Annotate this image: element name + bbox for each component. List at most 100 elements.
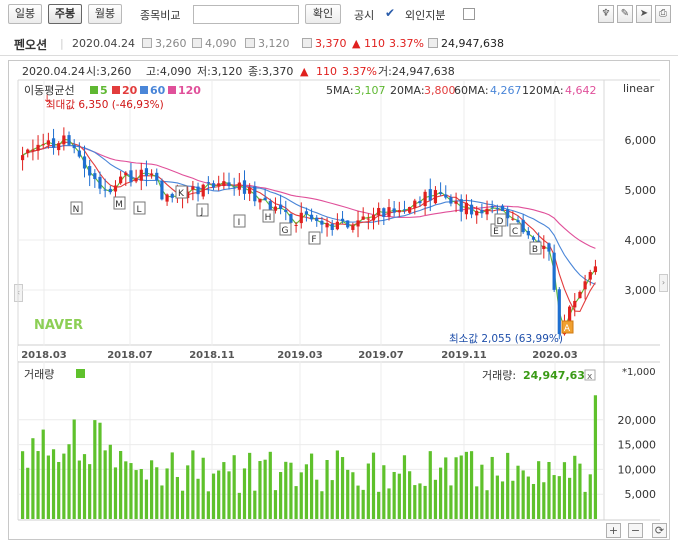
volume-bar xyxy=(186,465,190,519)
event-marker-label: C xyxy=(512,227,518,237)
volume-bar xyxy=(330,480,334,519)
zoom-in-button[interactable]: + xyxy=(606,523,621,538)
candle-body xyxy=(542,245,546,250)
candle-body xyxy=(294,224,298,226)
candle-body xyxy=(248,187,252,194)
candle-body xyxy=(196,186,200,195)
volume-bars xyxy=(20,395,598,519)
event-marker-label: E xyxy=(493,227,499,237)
candle-body xyxy=(134,177,138,182)
reset-icon[interactable]: ⟳ xyxy=(652,523,667,538)
volume-bar xyxy=(149,460,154,519)
candle-body xyxy=(211,183,216,188)
volume-bar xyxy=(180,490,185,519)
volume-bar xyxy=(57,461,61,519)
volume-bar xyxy=(263,459,267,519)
candle-body xyxy=(366,218,370,220)
candle-body xyxy=(149,173,154,175)
candle-body xyxy=(583,281,587,290)
volume-bar xyxy=(294,486,298,519)
event-marker-label: N xyxy=(73,205,80,215)
candle-body xyxy=(588,271,592,280)
candle-body xyxy=(315,217,319,221)
candle-body xyxy=(330,223,334,230)
candle-body xyxy=(88,166,92,176)
volume-bar xyxy=(568,477,572,519)
event-marker-label: F xyxy=(311,235,316,245)
volume-bar xyxy=(547,461,551,519)
zoom-out-button[interactable]: − xyxy=(628,523,643,538)
volume-bar xyxy=(72,419,76,519)
candle-body xyxy=(51,138,56,148)
event-marker-label: B xyxy=(532,245,538,255)
candle-body xyxy=(77,150,81,157)
volume-bar xyxy=(557,476,561,519)
event-marker-label: H xyxy=(265,213,272,223)
volume-bar xyxy=(475,486,479,519)
ma60-legend: 60 xyxy=(150,84,166,97)
close-icon[interactable]: x xyxy=(587,372,593,382)
volume-bar xyxy=(578,463,582,519)
volume-bar xyxy=(129,463,133,519)
chart-header-arrow: ▲ xyxy=(300,65,309,78)
volume-bar xyxy=(88,464,92,519)
volume-bar xyxy=(26,467,30,519)
candle-body xyxy=(279,204,283,210)
candle-body xyxy=(418,201,422,204)
candle-body xyxy=(397,210,401,213)
candle-body xyxy=(227,182,231,187)
volume-bar xyxy=(258,461,262,519)
volume-current-value: 24,947,638 xyxy=(523,369,593,382)
volume-bar xyxy=(191,450,195,519)
candle-body xyxy=(346,220,350,228)
price-tick-label: 4,000 xyxy=(625,234,657,247)
candle-body xyxy=(521,219,525,233)
chart-header-high: 고:4,090 xyxy=(146,65,191,78)
ma120-legend: 120 xyxy=(178,84,201,97)
time-tick-label: 2019.07 xyxy=(358,350,404,361)
volume-bar xyxy=(500,481,505,519)
candle-body xyxy=(232,187,236,189)
volume-bar xyxy=(397,473,401,519)
volume-bar xyxy=(495,475,499,519)
candle-body xyxy=(377,207,381,216)
volume-tick-label: 5,000 xyxy=(625,488,657,501)
volume-bar xyxy=(155,467,159,519)
volume-bar xyxy=(485,490,489,519)
volume-bar xyxy=(511,480,515,519)
volume-bar xyxy=(77,460,81,519)
volume-bar xyxy=(480,464,484,519)
volume-bar xyxy=(413,485,417,519)
chart-header-change-pct: 3.37% xyxy=(342,65,377,78)
candle-body xyxy=(490,206,494,208)
volume-bar xyxy=(438,467,443,519)
ma120-value: 4,642 xyxy=(565,84,597,97)
ma60-swatch xyxy=(140,86,148,94)
volume-bar xyxy=(304,464,309,519)
candle-body xyxy=(454,201,458,204)
volume-bar xyxy=(583,491,587,519)
volume-bar xyxy=(170,452,174,519)
scale-mode-label[interactable]: linear xyxy=(623,82,655,95)
volume-bar xyxy=(196,478,200,519)
ma20-legend: 20 xyxy=(122,84,138,97)
candle-body xyxy=(206,182,210,184)
ma60-value: 4,267 xyxy=(490,84,522,97)
candle-body xyxy=(20,155,25,161)
time-tick-label: 2020.03 xyxy=(532,350,578,361)
candle-body xyxy=(392,208,396,213)
candle-body xyxy=(242,180,247,194)
volume-bar xyxy=(222,462,226,519)
volume-tick-label: 15,000 xyxy=(618,439,657,452)
candle-body xyxy=(485,208,489,215)
volume-bar xyxy=(242,468,247,519)
volume-bar xyxy=(211,473,216,519)
candle-body xyxy=(144,168,149,177)
candle-body xyxy=(191,186,195,190)
naver-watermark: NAVER xyxy=(34,318,83,333)
candle-body xyxy=(108,188,112,193)
volume-tick-label: 10,000 xyxy=(618,463,657,476)
price-chart[interactable]: 2020.04.24 시:3,260 고:4,090 저:3,120 종:3,3… xyxy=(0,0,678,543)
candle-body xyxy=(93,173,97,180)
time-tick-label: 2018.03 xyxy=(21,350,67,361)
